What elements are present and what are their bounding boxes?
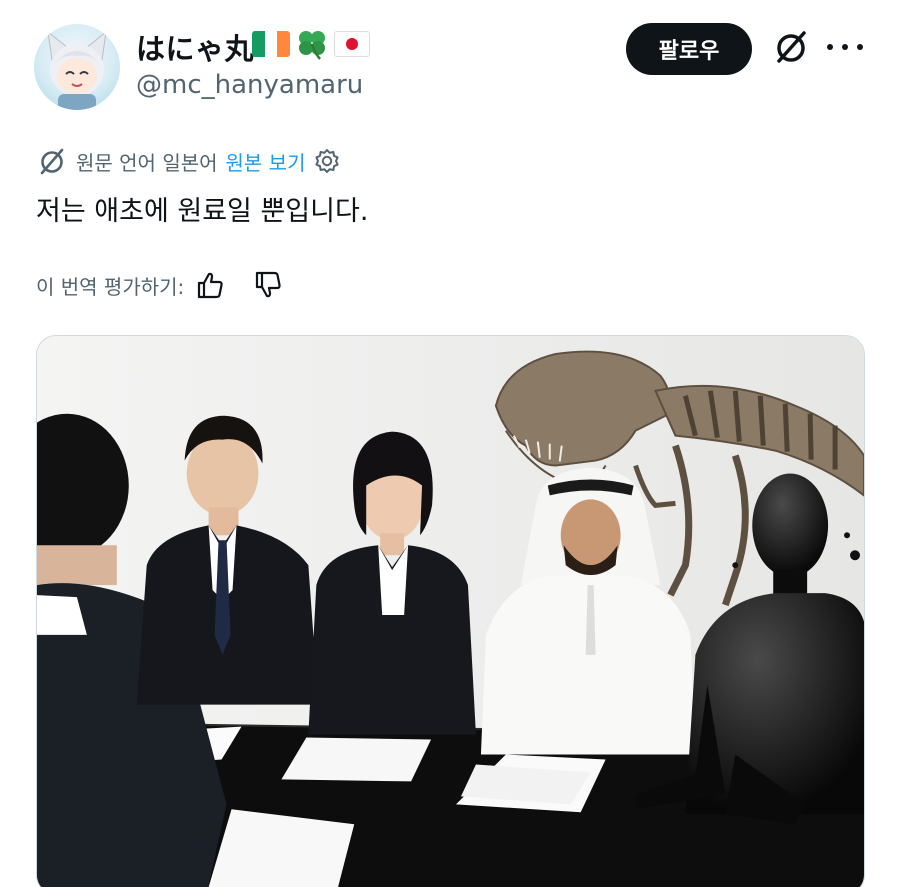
avatar[interactable] [34,24,120,110]
photo [37,336,864,887]
rate-prompt: 이 번역 평가하기: [36,274,185,299]
more-options-icon[interactable] [827,32,863,62]
handle[interactable]: @mc_hanyamaru [136,70,363,100]
source-language: 원문 언어 일본어 [76,150,218,175]
follow-button[interactable]: 팔로우 [626,23,752,75]
flag-japan-icon [334,31,370,57]
tweet-media[interactable] [36,335,865,887]
display-name[interactable]: はにゃ丸 [136,26,254,68]
name-emoji [252,28,370,60]
grok-icon[interactable] [771,27,811,67]
tweet-text: 저는 애초에 원료일 뿐입니다. [36,196,369,227]
rate-translation: 이 번역 평가하기: [36,268,284,302]
flag-ireland-icon [252,31,290,57]
four-leaf-clover-icon [299,31,325,60]
translation-info: 원문 언어 일본어 원본 보기 [36,144,341,178]
grok-translate-icon [40,148,64,175]
show-original-link[interactable]: 원본 보기 [226,147,306,176]
thumbs-down-icon[interactable] [252,269,284,301]
avatar-image [47,30,107,110]
thumbs-up-icon[interactable] [194,269,226,301]
gear-icon[interactable] [313,147,341,175]
